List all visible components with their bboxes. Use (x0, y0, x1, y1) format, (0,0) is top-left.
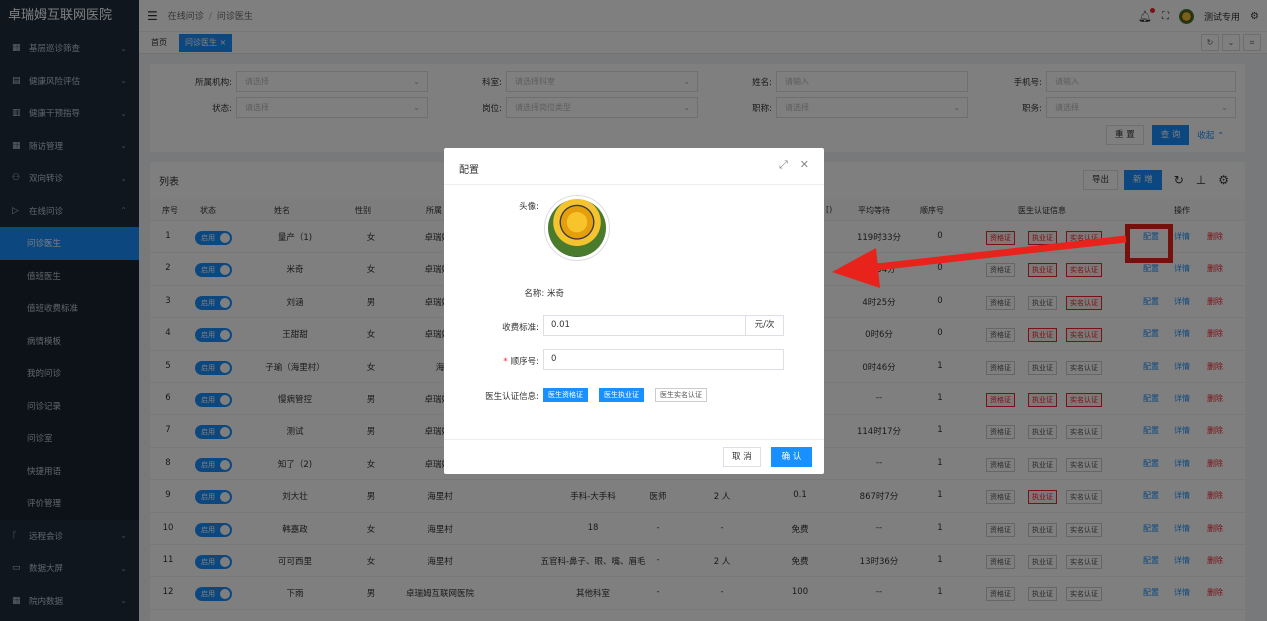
fee-label: 收费标准: (502, 323, 539, 333)
config-modal: 配置 ⤢ ✕ 头像: 名称: 米奇 收费标准: 0.01 元/次 * 顺序号: 0… (444, 148, 824, 474)
cert-tag-qualification[interactable]: 医生资格证 (543, 388, 588, 402)
fee-unit: 元/次 (745, 316, 783, 335)
confirm-button[interactable]: 确 认 (771, 447, 812, 467)
divider (444, 439, 824, 440)
fee-value: 0.01 (551, 320, 570, 330)
fullscreen-icon[interactable]: ⤢ (779, 158, 788, 172)
modal-name: 名称: 米奇 (524, 289, 564, 299)
order-input[interactable]: 0 (543, 349, 784, 370)
order-label: * 顺序号: (503, 357, 539, 367)
divider (444, 184, 824, 185)
modal-title: 配置 (459, 165, 479, 176)
cert-label: 医生认证信息: (485, 392, 539, 402)
app-root: 卓瑞姆互联网医院 ▦基层巡诊筛查⌄▤健康风险评估⌄▥健康干预指导⌄▦随访管理⌄⚇… (0, 0, 1267, 621)
close-icon[interactable]: ✕ (800, 158, 809, 172)
cert-tag-realname[interactable]: 医生实名认证 (655, 388, 707, 402)
doctor-avatar[interactable] (544, 195, 610, 261)
fee-input[interactable]: 0.01 元/次 (543, 315, 784, 336)
cancel-button[interactable]: 取 消 (723, 447, 761, 467)
cert-tag-practice[interactable]: 医生执业证 (599, 388, 644, 402)
avatar-label: 头像: (519, 202, 539, 212)
modal-controls: ⤢ ✕ (779, 158, 809, 172)
